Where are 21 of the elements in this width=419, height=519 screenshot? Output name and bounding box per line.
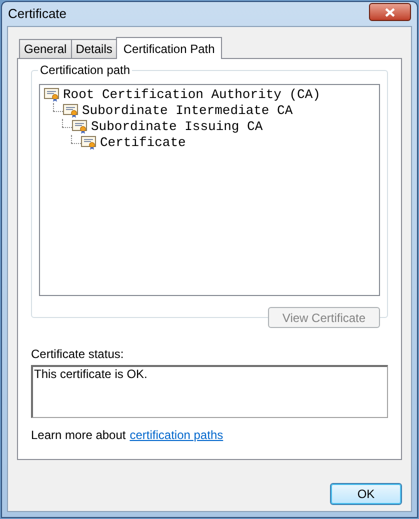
tab[interactable]: Details [70,39,118,58]
learn-more-text: Learn more about [31,428,126,443]
learn-more-link[interactable]: certification paths [130,428,224,443]
certificate-icon [44,88,60,102]
certificate-icon [72,120,88,134]
window-title: Certificate [8,5,67,24]
group-label: Certification path [38,63,132,78]
tree-item[interactable]: Certificate [100,135,186,151]
certificate-icon [81,136,97,150]
close-icon [385,8,395,16]
tree-view[interactable]: Root Certification Authority (CA) Subordinate Intermediate CA Subordinate Issuing CA Certificate [39,84,380,296]
close-button[interactable] [369,3,411,21]
status-box: This certificate is OK. [31,365,388,418]
ok-button[interactable]: OK [330,483,402,505]
tree-item[interactable]: Subordinate Issuing CA [91,119,263,135]
tab[interactable]: General [19,39,72,58]
certificate-icon [63,104,79,118]
status-label: Certificate status: [31,347,125,362]
tree-item[interactable]: Subordinate Intermediate CA [82,103,293,119]
tree-item[interactable]: Root Certification Authority (CA) [63,87,320,103]
tab[interactable]: Certification Path [116,37,222,59]
